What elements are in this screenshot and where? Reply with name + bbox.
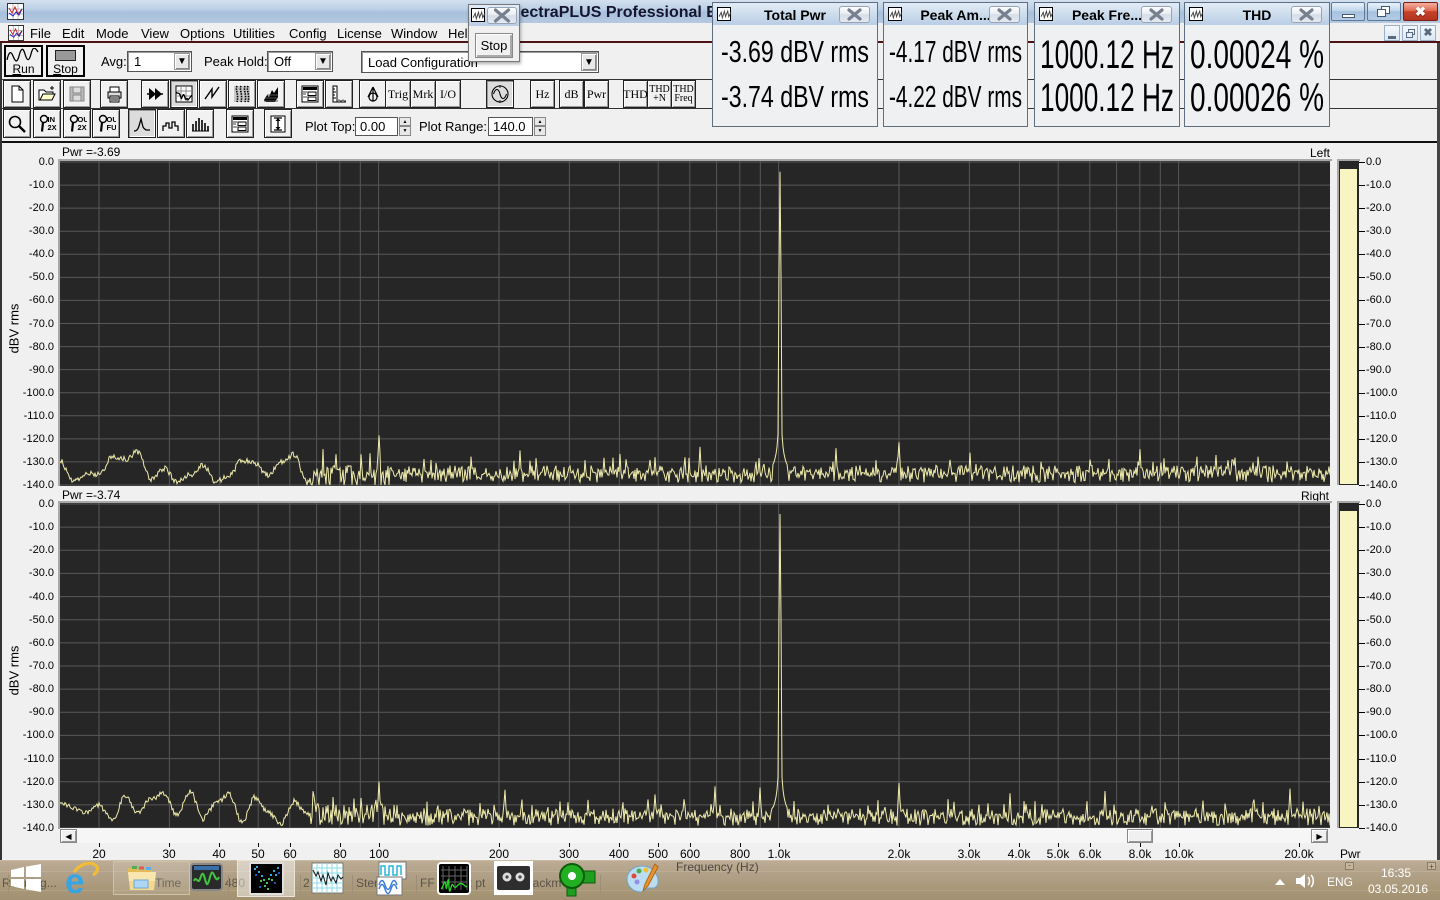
svg-text:2X: 2X bbox=[78, 123, 87, 132]
svg-text:-3.69 dBV rms: -3.69 dBV rms bbox=[721, 39, 869, 69]
svg-text:0.00024 %: 0.00024 % bbox=[1190, 39, 1324, 75]
svg-text:-3.74 dBV rms: -3.74 dBV rms bbox=[721, 82, 869, 114]
svg-text:1000.12 Hz: 1000.12 Hz bbox=[1040, 39, 1174, 75]
svg-text:FULL: FULL bbox=[107, 123, 117, 132]
svg-text:0.00026 %: 0.00026 % bbox=[1190, 82, 1324, 118]
svg-text:-4.17 dBV rms: -4.17 dBV rms bbox=[889, 39, 1022, 69]
svg-text:1000.12 Hz: 1000.12 Hz bbox=[1040, 82, 1174, 118]
svg-text:2X: 2X bbox=[48, 123, 57, 132]
svg-text:-4.22 dBV rms: -4.22 dBV rms bbox=[889, 82, 1022, 114]
